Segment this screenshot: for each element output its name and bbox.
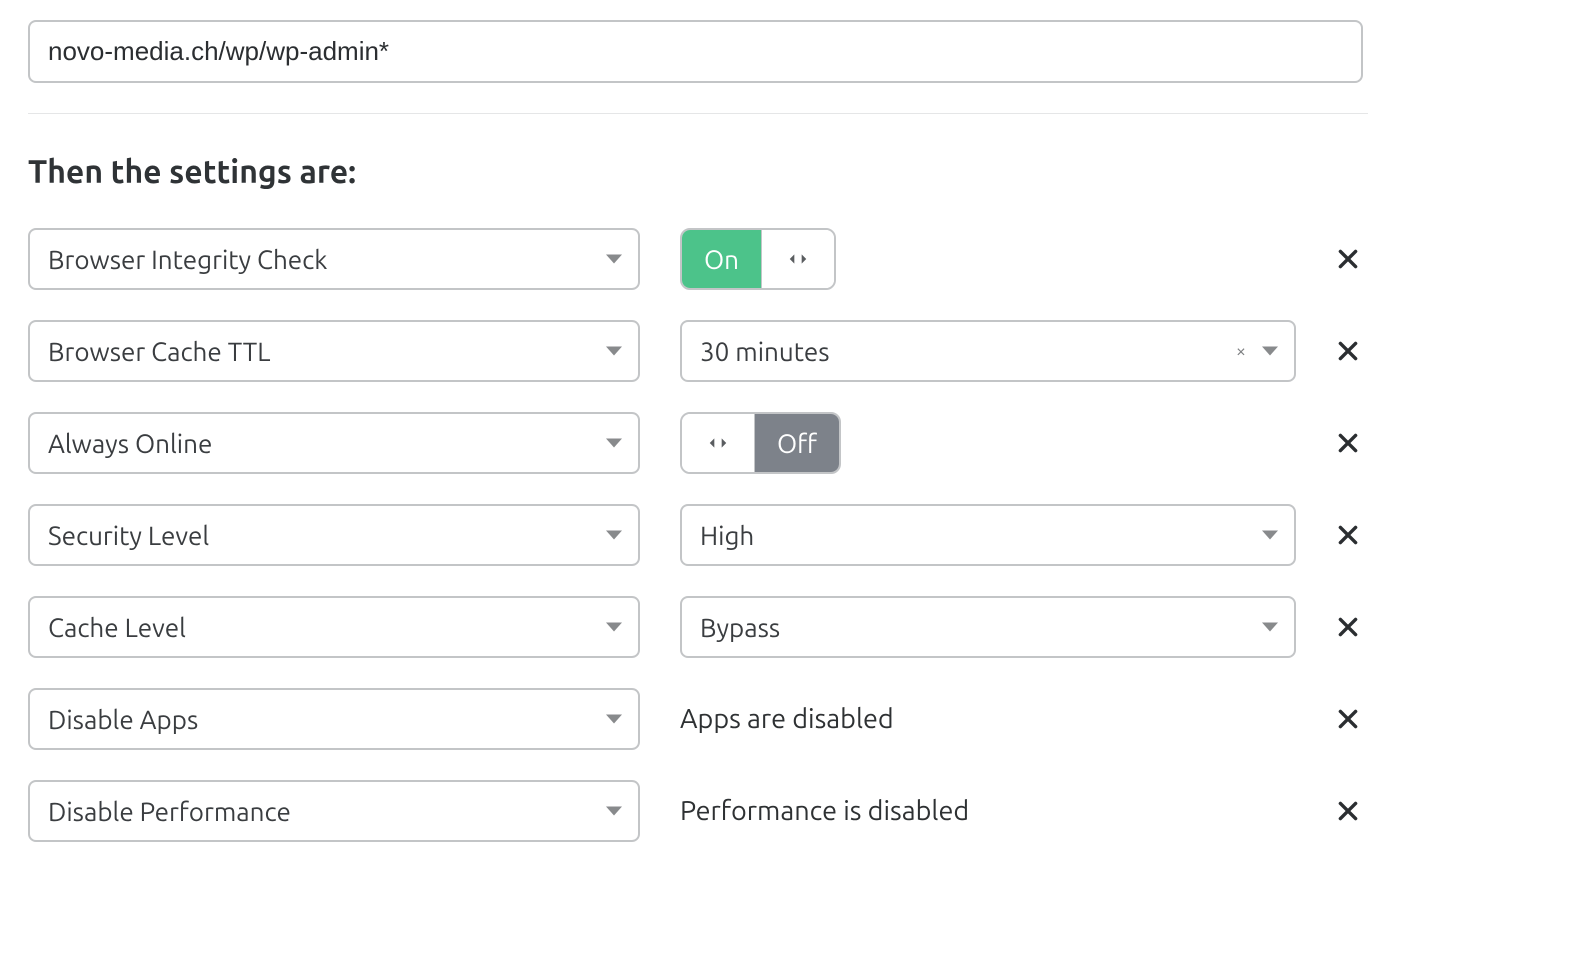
- setting-name-select[interactable]: Browser Cache TTL: [28, 320, 640, 382]
- chevron-down-icon: [1262, 623, 1278, 632]
- setting-name-select[interactable]: Security Level: [28, 504, 640, 566]
- chevron-down-icon: [606, 807, 622, 816]
- remove-setting-button[interactable]: [1328, 607, 1368, 647]
- setting-name-select[interactable]: Disable Apps: [28, 688, 640, 750]
- close-icon: [1335, 522, 1361, 548]
- chevron-down-icon: [606, 715, 622, 724]
- setting-name-select[interactable]: Disable Performance: [28, 780, 640, 842]
- remove-setting-button[interactable]: [1328, 423, 1368, 463]
- setting-toggle[interactable]: Off: [680, 412, 841, 474]
- close-icon: [1335, 338, 1361, 364]
- setting-name-label: Cache Level: [48, 613, 186, 642]
- settings-row: Disable Performance Performance is disab…: [28, 780, 1368, 842]
- setting-value-select[interactable]: 30 minutes ×: [680, 320, 1296, 382]
- url-pattern-input[interactable]: [28, 20, 1363, 83]
- setting-value-text: Performance is disabled: [680, 796, 969, 826]
- setting-name-label: Always Online: [48, 429, 212, 458]
- chevron-down-icon: [1262, 347, 1278, 356]
- remove-setting-button[interactable]: [1328, 239, 1368, 279]
- setting-name-label: Security Level: [48, 521, 209, 550]
- remove-setting-button[interactable]: [1328, 791, 1368, 831]
- close-icon: [1335, 246, 1361, 272]
- clear-value-button[interactable]: ×: [1236, 341, 1246, 361]
- toggle-on-label: On: [682, 230, 762, 288]
- toggle-slider-icon: [682, 414, 754, 472]
- setting-name-select[interactable]: Browser Integrity Check: [28, 228, 640, 290]
- close-icon: [1335, 706, 1361, 732]
- remove-setting-button[interactable]: [1328, 331, 1368, 371]
- settings-row: Security Level High: [28, 504, 1368, 566]
- chevron-down-icon: [606, 347, 622, 356]
- close-icon: [1335, 614, 1361, 640]
- chevron-down-icon: [606, 255, 622, 264]
- chevron-down-icon: [606, 439, 622, 448]
- remove-setting-button[interactable]: [1328, 515, 1368, 555]
- settings-row: Always Online Off: [28, 412, 1368, 474]
- setting-name-select[interactable]: Always Online: [28, 412, 640, 474]
- setting-toggle[interactable]: On: [680, 228, 836, 290]
- section-heading: Then the settings are:: [28, 154, 1562, 190]
- settings-row: Browser Integrity Check On: [28, 228, 1368, 290]
- toggle-slider-icon: [762, 230, 834, 288]
- setting-value-text: Apps are disabled: [680, 704, 894, 734]
- setting-value-label: High: [700, 521, 754, 550]
- setting-value-label: 30 minutes: [700, 337, 830, 366]
- setting-name-label: Disable Apps: [48, 705, 198, 734]
- setting-name-label: Browser Integrity Check: [48, 245, 327, 274]
- chevron-down-icon: [1262, 531, 1278, 540]
- setting-value-select[interactable]: Bypass: [680, 596, 1296, 658]
- setting-value-select[interactable]: High: [680, 504, 1296, 566]
- settings-row: Browser Cache TTL 30 minutes ×: [28, 320, 1368, 382]
- toggle-off-label: Off: [754, 414, 839, 472]
- remove-setting-button[interactable]: [1328, 699, 1368, 739]
- section-divider: [28, 113, 1368, 114]
- chevron-down-icon: [606, 623, 622, 632]
- setting-name-label: Browser Cache TTL: [48, 337, 270, 366]
- setting-value-label: Bypass: [700, 613, 780, 642]
- settings-list: Browser Integrity Check On Browser Cache…: [28, 228, 1368, 842]
- settings-row: Disable Apps Apps are disabled: [28, 688, 1368, 750]
- chevron-down-icon: [606, 531, 622, 540]
- setting-name-label: Disable Performance: [48, 797, 291, 826]
- close-icon: [1335, 430, 1361, 456]
- setting-name-select[interactable]: Cache Level: [28, 596, 640, 658]
- settings-row: Cache Level Bypass: [28, 596, 1368, 658]
- close-icon: [1335, 798, 1361, 824]
